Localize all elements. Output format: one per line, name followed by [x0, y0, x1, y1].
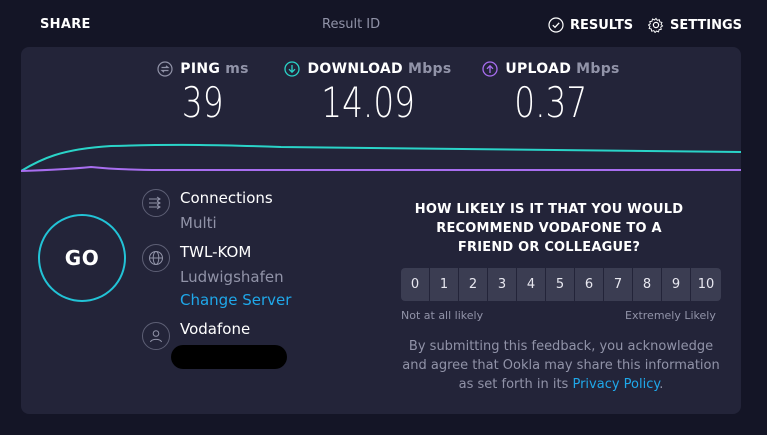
feedback-disclaimer: By submitting this feedback, you acknowl…	[401, 337, 721, 394]
rating-option-7[interactable]: 7	[604, 268, 632, 301]
redacted-ip	[171, 345, 287, 369]
ping-icon	[157, 61, 173, 77]
rating-option-1[interactable]: 1	[430, 268, 458, 301]
upload-label: UPLOAD	[505, 61, 572, 77]
results-panel: PING ms 39 DOWNLOAD Mbps 14.09 UPLOAD Mb…	[21, 47, 741, 414]
privacy-policy-link[interactable]: Privacy Policy	[572, 377, 659, 392]
download-header: DOWNLOAD Mbps	[284, 61, 451, 77]
gear-icon	[648, 17, 664, 33]
ping-value: 39	[182, 78, 224, 127]
rating-option-5[interactable]: 5	[546, 268, 574, 301]
ping-header: PING ms	[157, 61, 248, 77]
provider-name: Vodafone	[180, 320, 251, 338]
rating-option-4[interactable]: 4	[517, 268, 545, 301]
share-button[interactable]: SHARE	[40, 17, 91, 32]
connections-icon	[142, 189, 170, 217]
survey-question: HOW LIKELY IS IT THAT YOU WOULD RECOMMEN…	[414, 202, 684, 255]
results-button[interactable]: RESULTS	[548, 17, 633, 33]
scale-high-label: Extremely Likely	[625, 309, 716, 322]
settings-label: SETTINGS	[670, 17, 743, 33]
upload-value: 0.37	[514, 78, 588, 127]
change-server-link[interactable]: Change Server	[180, 291, 291, 309]
speed-graph	[21, 143, 741, 172]
go-button[interactable]: GO	[38, 214, 126, 302]
rating-scale: 0 1 2 3 4 5 6 7 8 9 10	[401, 268, 721, 301]
connections-title: Connections	[180, 189, 273, 207]
upload-icon	[482, 61, 498, 77]
rating-option-3[interactable]: 3	[488, 268, 516, 301]
check-circle-icon	[548, 17, 564, 33]
ping-unit: ms	[225, 61, 249, 77]
upload-graph-line	[21, 165, 741, 172]
results-label: RESULTS	[570, 17, 634, 33]
download-graph-line	[21, 143, 741, 172]
disclaimer-end: .	[659, 377, 664, 392]
download-label: DOWNLOAD	[307, 61, 403, 77]
upload-metric: UPLOAD Mbps 0.37	[481, 61, 621, 127]
settings-button[interactable]: SETTINGS	[648, 17, 742, 33]
user-icon	[142, 322, 170, 350]
rating-option-2[interactable]: 2	[459, 268, 487, 301]
upload-unit: Mbps	[576, 61, 620, 77]
download-metric: DOWNLOAD Mbps 14.09	[283, 61, 453, 127]
result-id-label: Result ID	[322, 17, 381, 32]
download-unit: Mbps	[407, 61, 452, 77]
download-value: 14.09	[321, 78, 415, 127]
rating-option-0[interactable]: 0	[401, 268, 429, 301]
download-icon	[284, 61, 301, 77]
upload-header: UPLOAD Mbps	[482, 61, 619, 77]
server-name: TWL-KOM	[180, 243, 252, 261]
server-location: Ludwigshafen	[180, 268, 284, 286]
rating-option-9[interactable]: 9	[662, 268, 690, 301]
ping-label: PING	[180, 61, 221, 77]
connections-value: Multi	[180, 214, 217, 232]
rating-option-10[interactable]: 10	[691, 268, 721, 301]
top-bar: SHARE Result ID RESULTS SETTINGS	[0, 0, 767, 48]
scale-low-label: Not at all likely	[401, 309, 484, 322]
globe-icon	[142, 244, 170, 272]
ping-metric: PING ms 39	[157, 61, 248, 127]
rating-option-8[interactable]: 8	[633, 268, 661, 301]
rating-option-6[interactable]: 6	[575, 268, 603, 301]
disclaimer-text: By submitting this feedback, you acknowl…	[402, 339, 720, 392]
